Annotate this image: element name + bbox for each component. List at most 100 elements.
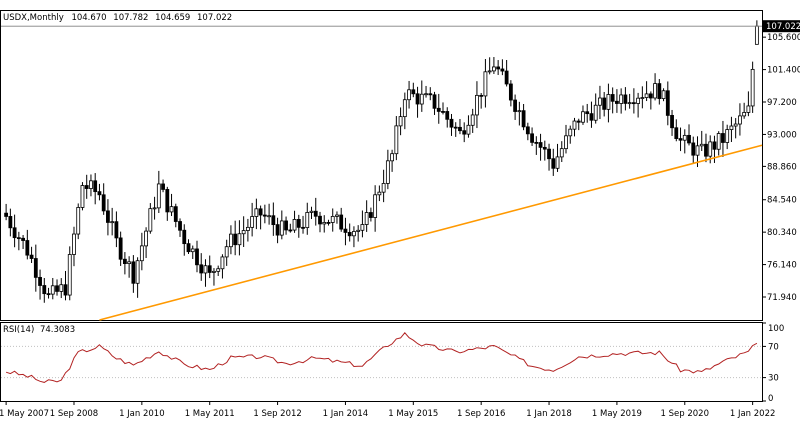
time-tick-label: 1 May 2007 — [0, 409, 49, 419]
candle-body — [419, 93, 424, 105]
candle-body — [203, 265, 208, 274]
candle-body — [555, 156, 560, 169]
candle-body — [106, 210, 110, 223]
ohlc-low: 104.659 — [155, 13, 190, 23]
time-tick-label: 1 Sep 2008 — [50, 409, 98, 419]
candle-body — [627, 102, 632, 105]
candle-body — [708, 141, 713, 157]
candle-body — [309, 210, 314, 213]
candle-body — [742, 112, 747, 117]
candle-body — [453, 126, 458, 129]
time-tick-label: 1 May 2015 — [388, 409, 438, 419]
candle-body — [385, 160, 390, 184]
candle-body — [284, 220, 288, 231]
rsi-name: RSI(14) — [3, 325, 34, 335]
candle-body — [475, 94, 479, 116]
candle-body — [144, 230, 148, 247]
candle-body — [356, 229, 361, 232]
candle-body — [589, 113, 594, 121]
candle-body — [212, 270, 216, 273]
candle-body — [21, 237, 25, 241]
candle-body — [534, 141, 539, 144]
candle-body — [288, 229, 293, 232]
candle-body — [665, 90, 670, 116]
candle-body — [623, 94, 628, 104]
candle-body — [402, 99, 407, 118]
candle-body — [131, 261, 136, 284]
candle-body — [216, 268, 221, 272]
candle-body — [619, 94, 624, 104]
candle-body — [114, 221, 119, 239]
candle-body — [492, 66, 496, 72]
candle-body — [394, 125, 399, 155]
candle-body — [127, 261, 132, 265]
symbol-label: USDX,Monthly — [3, 13, 64, 23]
candle-body — [547, 148, 551, 160]
candle-body — [305, 212, 310, 228]
candle-body — [237, 233, 242, 246]
time-tick-label: 1 Sep 2020 — [661, 409, 709, 419]
candle-body — [436, 107, 441, 112]
candle-body — [572, 120, 577, 130]
candle-body — [207, 265, 212, 273]
candle-body — [411, 89, 416, 95]
price-tick-label: 71.940 — [767, 293, 797, 303]
candle-body — [695, 145, 700, 156]
candle — [67, 246, 72, 301]
candle-body — [12, 227, 17, 239]
ohlc-high: 107.782 — [113, 13, 148, 23]
candle-body — [398, 116, 403, 127]
price-panel-frame — [0, 10, 763, 321]
candle-body — [581, 111, 585, 123]
candle-body — [156, 183, 161, 209]
candle-body — [559, 148, 564, 158]
candle-body — [479, 94, 484, 97]
candle-body — [631, 102, 636, 105]
candle-body — [135, 260, 140, 284]
candle-body — [517, 110, 522, 113]
candle-body — [220, 256, 225, 270]
candle-body — [682, 134, 687, 141]
candle-body — [93, 180, 98, 193]
candle-body — [55, 285, 59, 292]
candle-body — [432, 94, 437, 109]
candle-body — [712, 141, 717, 150]
candle-body — [441, 111, 445, 113]
candle-body — [301, 226, 305, 229]
candle-body — [63, 284, 68, 296]
candle-body — [46, 293, 51, 296]
time-tick-label: 1 Sep 2016 — [457, 409, 505, 419]
candle-body — [593, 104, 598, 121]
candle-body — [267, 215, 271, 218]
candle-body — [750, 68, 755, 107]
price-tick-label: 76.140 — [767, 261, 797, 271]
candle-body — [25, 240, 30, 256]
last-price-label: 107.022 — [766, 22, 800, 32]
candle-body — [733, 123, 738, 127]
candle-body — [275, 224, 280, 236]
candle-body — [89, 180, 93, 189]
time-tick-label: 1 Jan 2018 — [526, 409, 572, 419]
candle-body — [458, 126, 462, 132]
candle-body — [33, 258, 38, 278]
candle-body — [746, 105, 751, 113]
price-tick-label: 105.600 — [767, 33, 800, 43]
candle-body — [407, 89, 411, 101]
candle-body — [525, 126, 530, 135]
candle-body — [76, 207, 81, 235]
chart-canvas: USDX,Monthly 104.670 107.782 104.659 107… — [0, 10, 800, 419]
candle-body — [313, 210, 318, 217]
candle-body — [165, 189, 170, 213]
candle-body — [173, 206, 178, 222]
candle-body — [262, 214, 267, 217]
price-tick-label: 97.200 — [767, 98, 797, 108]
candle-body — [640, 97, 645, 99]
candle-body — [67, 254, 72, 296]
rsi-tick-label: 0 — [768, 394, 773, 404]
candle-body — [258, 208, 263, 216]
candle-body — [699, 143, 704, 147]
candle-body — [551, 158, 556, 169]
time-tick-label: 1 Sep 2012 — [253, 409, 301, 419]
candle-body — [504, 70, 509, 85]
ohlc-close: 107.022 — [197, 13, 232, 23]
